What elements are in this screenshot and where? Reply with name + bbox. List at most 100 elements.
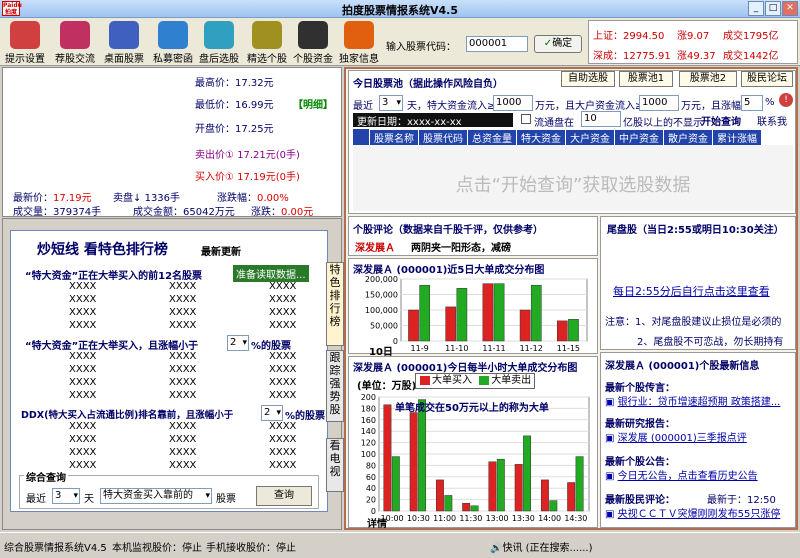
pool-text-2: 万元，且大户资金流入≥ [535,101,644,112]
stock-news-panel: 深发展Ａ (000001)个股最新信息 最新个股传言： ▣ 银行业：贷币增速超预… [600,352,796,528]
bar-sell [444,495,453,512]
close-button[interactable]: ✕ [782,1,798,16]
tab-ranking[interactable]: 特色排行榜 [326,262,344,346]
tab-strong-stocks[interactable]: 跟踪强势股 [326,350,344,422]
combo-days-select[interactable]: 3 [52,488,80,504]
placeholder-cell: XXXX [269,364,297,375]
pool-column-header[interactable]: 特大资金 [516,129,566,146]
chart2-legend: 大单买入 大单卖出 [415,373,535,389]
pool-column-header[interactable]: 股票名称 [369,129,419,146]
toolbar-label: 提示设置 [5,54,45,65]
combo-criteria-select[interactable]: 特大资金买入靠前的 [100,488,212,504]
news-report-heading: 最新研究报告： [605,419,675,430]
big-fund-input[interactable]: 1000 [493,95,533,111]
bar-buy [445,306,457,342]
toolbar-button-3[interactable]: 私募密函 [150,19,196,65]
flow-checkbox[interactable] [521,114,531,124]
x-tick-label: 14:00 [538,514,561,523]
start-query-button[interactable]: 开始查询 [701,113,741,128]
update-date: 更新日期：xxxx-xx-xx [353,113,513,128]
bar-buy [435,479,444,512]
bar-sell [456,288,468,342]
bar-sell [530,284,542,342]
pool-column-header[interactable]: 股票代码 [418,129,468,146]
sz-index-up: 涨49.37 [677,51,716,62]
placeholder-cell: XXXX [269,390,297,401]
news-rumor-item[interactable]: ▣ 银行业：贷币增速超预期 政策搭建... [605,393,780,408]
tab-tv[interactable]: 看电视 [326,438,344,492]
pool-column-header[interactable]: 总资金量 [467,129,517,146]
news-comment-item[interactable]: ▣ 央视ＣＣＴＶ突爆刚刚发布55只涨停 [605,505,780,520]
status-news[interactable]: 🔊快讯 (正在搜索......) [490,539,593,554]
legend-sell-swatch [479,375,490,385]
toolbar-icon-3 [158,21,188,49]
section-ddx-title: DDX(特大买入占流通比例)排名靠前，且涨幅小于 [21,410,234,421]
high-price: 最高价：17.32元 [195,78,274,89]
bar-buy [482,283,494,342]
max-rise-input[interactable]: 5 [741,95,763,111]
stock-pool-panel: 今日股票池（据此操作风险自负） 自助选股 股票池1 股票池2 股民论坛 最近 3… [348,70,796,214]
news-notice-item[interactable]: ▣ 今日无公告，点击查看历史公告 [605,467,758,482]
toolbar-button-6[interactable]: 个股资金 [290,19,336,65]
tab-pool-1[interactable]: 股票池1 [619,71,673,87]
placeholder-cell: XXXX [269,434,297,445]
news-comment-heading: 最新股民评论： [605,495,675,506]
bar-buy [514,464,523,512]
bar-buy [462,502,471,512]
pool-column-header[interactable]: 中户资金 [614,129,664,146]
placeholder-cell: XXXX [169,421,197,432]
flow-input[interactable]: 10 [581,111,621,127]
toolbar-button-5[interactable]: 精选个股 [244,19,290,65]
toolbar-button-1[interactable]: 荐股交流 [52,19,98,65]
limit-select-2[interactable]: 2 [261,405,283,421]
pool-days-select[interactable]: 3 [379,95,403,111]
open-price: 开盘价：17.25元 [195,124,274,135]
pool-column-header[interactable]: 大户资金 [565,129,615,146]
placeholder-cell: XXXX [69,390,97,401]
bar-sell [493,283,505,342]
placeholder-cell: XXXX [69,364,97,375]
maximize-button[interactable]: □ [765,1,781,16]
placeholder-cell: XXXX [169,307,197,318]
placeholder-cell: XXXX [169,460,197,471]
placeholder-cell: XXXX [269,421,297,432]
placeholder-cell: XXXX [69,307,97,318]
placeholder-cell: XXXX [269,377,297,388]
chart2-note: 单笔成交在50万元以上的称为大单 [395,403,549,414]
placeholder-cell: XXXX [69,320,97,331]
chart-halfhour-panel: 深发展Ａ (000001)今日每半小时大单成交分布图 (单位：万股) 大单买入 … [348,356,598,530]
confirm-button[interactable]: ✓确定 [534,35,582,53]
sz-index-vol: 成交1442亿 [723,51,779,62]
toolbar-button-0[interactable]: 提示设置 [2,19,48,65]
tab-self-pick[interactable]: 自助选股 [561,71,615,87]
toolbar-button-2[interactable]: 桌面股票 [100,19,148,65]
hot-updated: 最新更新 [201,247,241,258]
x-tick-label: 13:00 [486,514,509,523]
tab-forum[interactable]: 股民论坛 [741,71,793,87]
limit-select-1[interactable]: 2 [227,335,249,351]
contact-link[interactable]: 联系我 [757,113,787,128]
news-report-item[interactable]: ▣ 深发展 (000001)三季报点评 [605,429,747,444]
bar-sell [418,399,427,512]
placeholder-cell: XXXX [169,351,197,362]
query-button[interactable]: 查询 [256,486,312,506]
toolbar-button-4[interactable]: 盘后选股 [196,19,242,65]
toolbar-icon-5 [252,21,282,49]
bar-sell [523,435,532,512]
alert-icon[interactable]: ! [779,93,793,107]
placeholder-cell: XXXX [169,320,197,331]
limit-unit-2: %的股票 [285,411,326,422]
minimize-button[interactable]: _ [748,1,764,16]
y-tick-label: 100 [361,450,376,459]
chart2-detail-link[interactable]: 详情 [367,515,387,530]
status-bar: 综合股票情报系统V4.5 本机监视股价：停止 手机接收股价：停止 🔊快讯 (正在… [0,532,800,558]
detail-link[interactable]: 【明细】 [293,96,333,111]
pool-column-header[interactable]: 散户资金 [663,129,713,146]
tail-link[interactable]: 每日2:55分后自行点击这里查看 [613,283,770,299]
large-fund-input[interactable]: 1000 [639,95,679,111]
chart-5day-panel: 深发展Ａ (000001)近5日大单成交分布图 200,000 150,000 10… [348,258,598,358]
stock-code-input[interactable]: 000001 [466,36,528,52]
tab-pool-2[interactable]: 股票池2 [679,71,737,87]
pool-column-header[interactable]: 累计涨幅 [712,129,762,146]
toolbar-button-7[interactable]: 独家信息 [336,19,382,65]
